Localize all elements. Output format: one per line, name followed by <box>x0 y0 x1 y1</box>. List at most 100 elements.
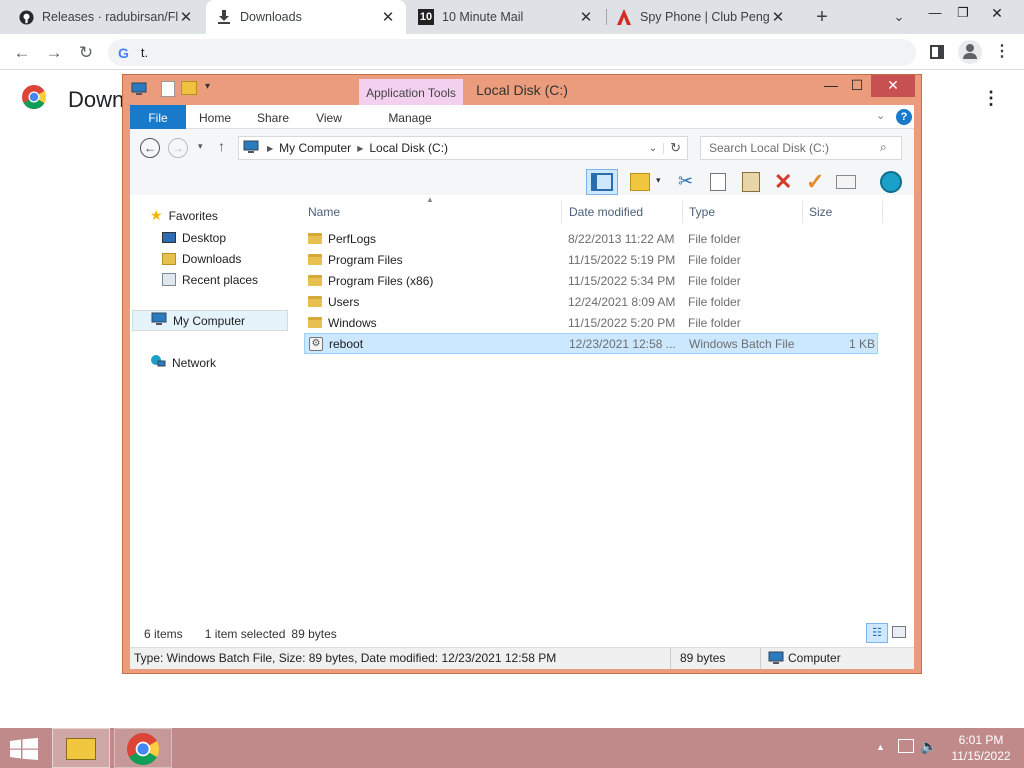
page-more-icon[interactable]: ⋮ <box>982 88 1000 110</box>
search-icon[interactable]: ⌕ <box>880 140 887 155</box>
folder-icon <box>308 254 322 265</box>
clock-time: 6:01 PM <box>958 733 1004 747</box>
side-panel-icon[interactable] <box>928 43 946 61</box>
browser-menu-icon[interactable]: ⋮ <box>994 42 1010 64</box>
delete-icon[interactable]: ✕ <box>774 169 792 195</box>
file-row[interactable]: PerfLogs 8/22/2013 11:22 AM File folder <box>304 228 878 249</box>
nav-network[interactable]: Network <box>150 352 216 373</box>
details-location: Computer <box>788 651 841 665</box>
item-count: 6 items <box>144 627 183 641</box>
tab-downloads[interactable]: Downloads ✕ <box>206 0 406 34</box>
address-bar[interactable]: ▶ My Computer ▶ Local Disk (C:) ⌄ ↻ <box>238 136 688 160</box>
back-icon[interactable]: ← <box>140 138 160 158</box>
nav-downloads[interactable]: Downloads <box>162 248 241 269</box>
tab-home[interactable]: Home <box>192 105 238 129</box>
nav-recent-places[interactable]: Recent places <box>162 269 258 290</box>
tab-search-chevron-icon[interactable]: ⌄ <box>888 6 910 28</box>
column-header-name[interactable]: Name <box>302 201 562 223</box>
forward-icon[interactable]: → <box>43 42 65 64</box>
file-row[interactable]: Program Files 11/15/2022 5:19 PM File fo… <box>304 249 878 270</box>
application-tools-label: Application Tools <box>359 79 463 105</box>
windows-start-icon[interactable] <box>10 738 38 760</box>
network-tray-icon[interactable] <box>898 739 914 753</box>
tab-close-icon[interactable]: ✕ <box>178 8 194 26</box>
show-hidden-icons-icon[interactable]: ▲ <box>876 742 885 752</box>
tab-close-icon[interactable]: ✕ <box>380 8 396 26</box>
chrome-logo-icon <box>22 85 47 115</box>
10minutemail-icon: 10 <box>418 9 434 25</box>
explorer-titlebar: Local Disk (C:) ▾ Application Tools — ☐ … <box>123 75 921 105</box>
internet-globe-icon[interactable] <box>880 171 902 193</box>
column-header-size[interactable]: Size <box>803 201 883 223</box>
preview-pane-icon[interactable] <box>586 169 618 195</box>
file-name: Windows <box>328 315 377 330</box>
refresh-icon[interactable]: ↻ <box>664 140 687 156</box>
tab-close-icon[interactable]: ✕ <box>770 8 786 26</box>
search-input[interactable]: Search Local Disk (C:) <box>700 136 902 160</box>
cut-icon[interactable]: ✂ <box>678 171 693 192</box>
folder-icon <box>308 275 322 286</box>
forward-icon[interactable]: → <box>168 138 188 158</box>
close-icon[interactable]: ✕ <box>871 75 915 97</box>
file-type: File folder <box>688 294 741 309</box>
copy-icon[interactable] <box>710 173 726 191</box>
tab-title: Spy Phone | Club Pengui <box>640 10 770 24</box>
nav-desktop[interactable]: Desktop <box>162 227 226 248</box>
recent-locations-icon[interactable]: ▾ <box>198 141 203 152</box>
minimize-icon[interactable]: — <box>817 75 845 97</box>
column-header-type[interactable]: Type <box>683 201 803 223</box>
volume-icon[interactable]: 🔈 <box>920 738 937 755</box>
window-minimize-icon[interactable]: — <box>924 2 946 24</box>
options-dropdown-icon[interactable]: ▾ <box>656 175 661 186</box>
column-header-date[interactable]: Date modified <box>563 201 683 223</box>
details-view-icon[interactable]: ☷ <box>866 623 888 643</box>
desktop-icon <box>162 232 176 243</box>
tray-clock[interactable]: 6:01 PM 11/15/2022 <box>944 732 1018 764</box>
tab-share[interactable]: Share <box>250 105 296 129</box>
window-close-icon[interactable]: ✕ <box>984 2 1010 24</box>
omnibox[interactable]: G t. <box>108 39 916 66</box>
large-icons-view-icon[interactable] <box>892 626 906 638</box>
maximize-icon[interactable]: ☐ <box>843 75 871 97</box>
file-row-selected[interactable]: ⚙ reboot 12/23/2021 12:58 ... Windows Bat… <box>304 333 878 354</box>
nav-my-computer[interactable]: My Computer <box>132 310 288 331</box>
tab-spy-phone[interactable]: Spy Phone | Club Pengui ✕ <box>606 0 796 34</box>
taskbar-file-explorer[interactable] <box>52 728 110 768</box>
up-icon[interactable]: ↑ <box>218 138 225 154</box>
back-icon[interactable]: ← <box>11 42 33 64</box>
new-tab-button[interactable]: + <box>810 5 834 29</box>
expand-ribbon-icon[interactable]: ⌄ <box>876 109 885 122</box>
batch-file-gear-icon: ⚙ <box>309 336 323 351</box>
help-icon[interactable]: ? <box>896 109 912 125</box>
taskbar-chrome[interactable] <box>114 728 172 768</box>
tab-10-minute-mail[interactable]: 10 10 Minute Mail ✕ <box>408 0 604 34</box>
nav-favorites[interactable]: ★ Favorites <box>150 205 218 226</box>
tab-file[interactable]: File <box>130 105 186 129</box>
tab-releases[interactable]: Releases · radubirsan/Flat ✕ <box>8 0 204 34</box>
explorer-content: ★ Favorites Desktop Downloads Recent plac… <box>130 195 914 621</box>
breadcrumb-local-disk[interactable]: Local Disk (C:) <box>369 141 448 155</box>
file-row[interactable]: Program Files (x86) 11/15/2022 5:34 PM F… <box>304 270 878 291</box>
network-icon <box>150 354 166 371</box>
clock-date: 11/15/2022 <box>951 749 1011 763</box>
downloads-folder-icon <box>162 252 176 265</box>
file-row[interactable]: Windows 11/15/2022 5:20 PM File folder <box>304 312 878 333</box>
folder-options-icon[interactable] <box>630 173 650 191</box>
tab-close-icon[interactable]: ✕ <box>578 8 594 26</box>
tab-view[interactable]: View <box>306 105 352 129</box>
address-dropdown-icon[interactable]: ⌄ <box>643 142 665 154</box>
tab-manage[interactable]: Manage <box>382 105 438 129</box>
rename-check-icon[interactable]: ✓ <box>806 169 824 195</box>
window-restore-icon[interactable]: ❐ <box>952 2 974 24</box>
paste-icon[interactable] <box>742 172 760 192</box>
profile-avatar-icon[interactable] <box>958 40 982 64</box>
breadcrumb-my-computer[interactable]: My Computer <box>279 141 351 155</box>
computer-icon[interactable] <box>131 81 147 97</box>
reload-icon[interactable]: ↻ <box>75 42 97 64</box>
new-folder-icon[interactable] <box>181 81 197 95</box>
quick-access-dropdown-icon[interactable]: ▾ <box>205 81 210 92</box>
properties-icon[interactable] <box>836 175 856 189</box>
file-row[interactable]: Users 12/24/2021 8:09 AM File folder <box>304 291 878 312</box>
properties-icon[interactable] <box>161 81 175 97</box>
nav-label: My Computer <box>173 313 246 328</box>
